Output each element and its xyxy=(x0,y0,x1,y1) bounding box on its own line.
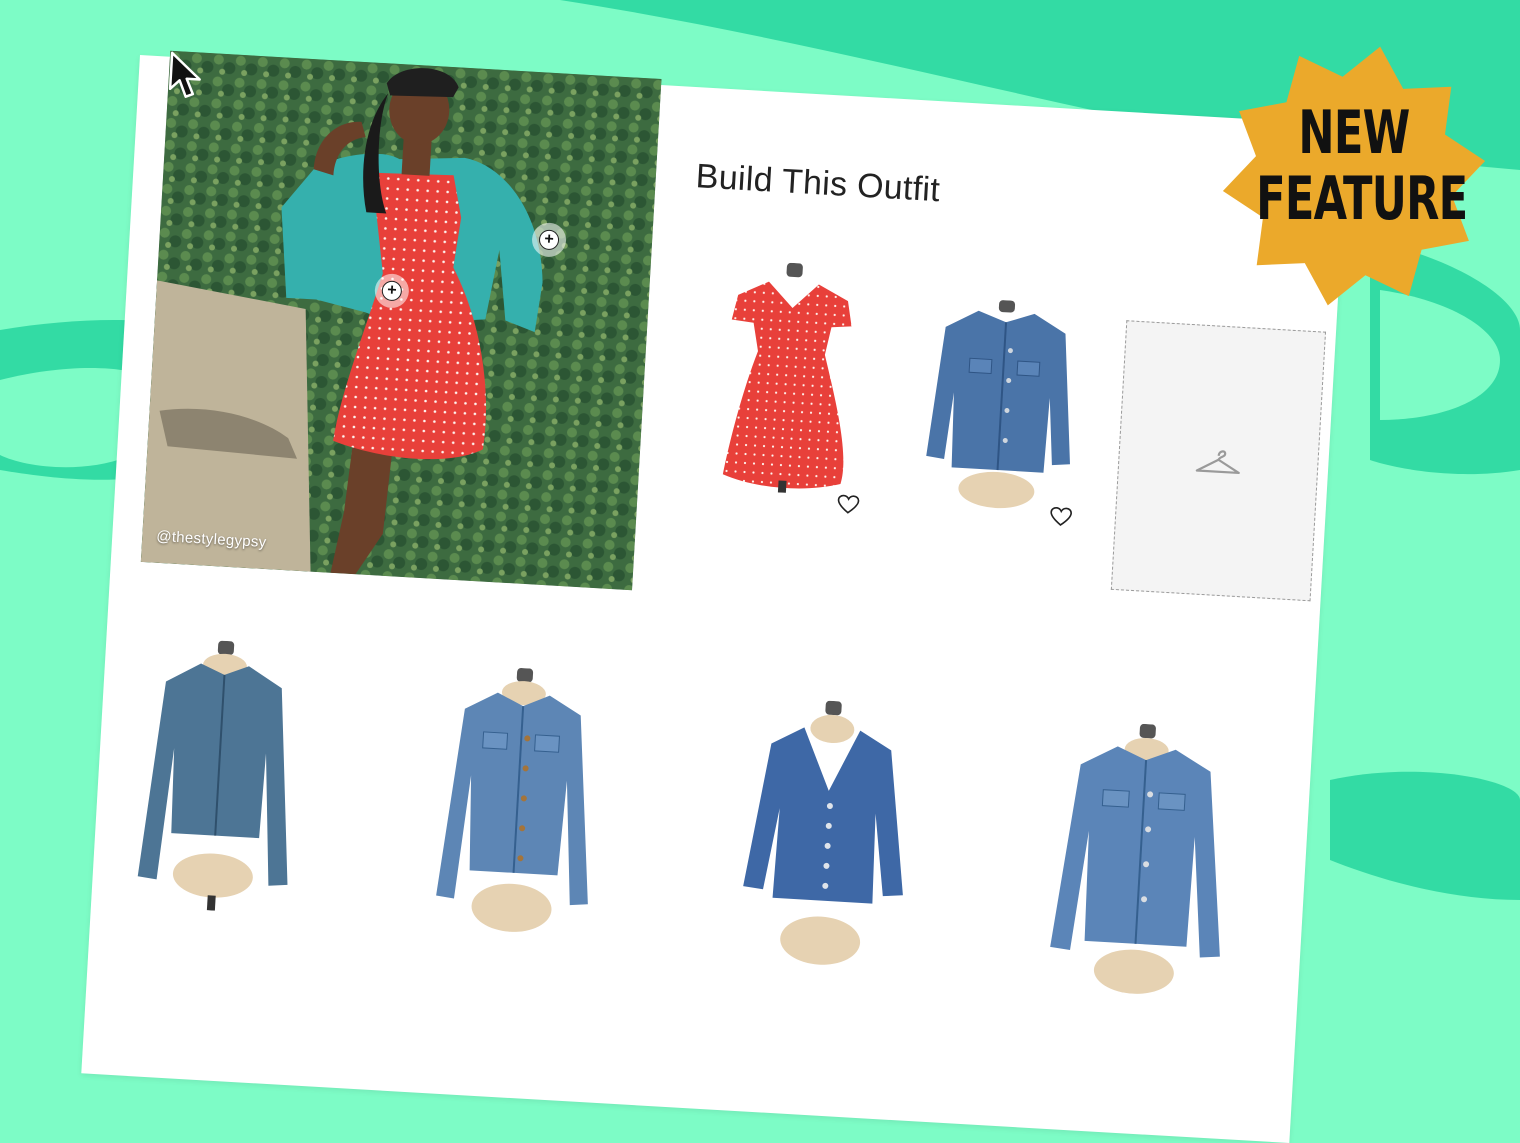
denim-zip-jacket-image xyxy=(137,640,288,911)
recommendation-denim-button-jacket[interactable] xyxy=(420,663,616,948)
dress-image xyxy=(722,262,852,493)
plus-icon: + xyxy=(538,229,560,251)
heart-outline-icon[interactable] xyxy=(1049,506,1072,527)
plus-icon: + xyxy=(381,280,403,302)
recommendation-denim-zip-jacket[interactable] xyxy=(121,636,317,921)
outfit-item-denim-jacket[interactable] xyxy=(915,296,1087,515)
denim-oversized-jacket-image xyxy=(1050,723,1220,994)
recommendation-denim-v-neck-jacket[interactable] xyxy=(728,696,924,981)
recommendation-denim-oversized-jacket[interactable] xyxy=(1037,719,1243,1004)
outfit-card: @thestylegypsy + + Build This Outfit xyxy=(81,50,1348,1143)
denim-button-jacket-image xyxy=(436,667,588,932)
hanger-icon xyxy=(1195,450,1240,475)
photo-illustration xyxy=(140,50,662,591)
heart-outline-icon[interactable] xyxy=(837,494,860,515)
new-feature-badge: NEW FEATURE xyxy=(1218,42,1490,310)
empty-outfit-slot[interactable] xyxy=(1110,320,1327,602)
outfit-item-dress[interactable] xyxy=(712,259,865,497)
denim-v-neck-jacket-image xyxy=(743,700,903,965)
badge-text: NEW FEATURE xyxy=(1256,98,1468,234)
badge-line-new: NEW xyxy=(1298,98,1410,168)
badge-line-feature: FEATURE xyxy=(1256,164,1468,234)
mouse-cursor-icon xyxy=(168,51,201,98)
denim-jacket-image xyxy=(926,300,1070,509)
page-title: Build This Outfit xyxy=(694,157,942,210)
street-style-photo: @thestylegypsy + + xyxy=(140,50,662,591)
